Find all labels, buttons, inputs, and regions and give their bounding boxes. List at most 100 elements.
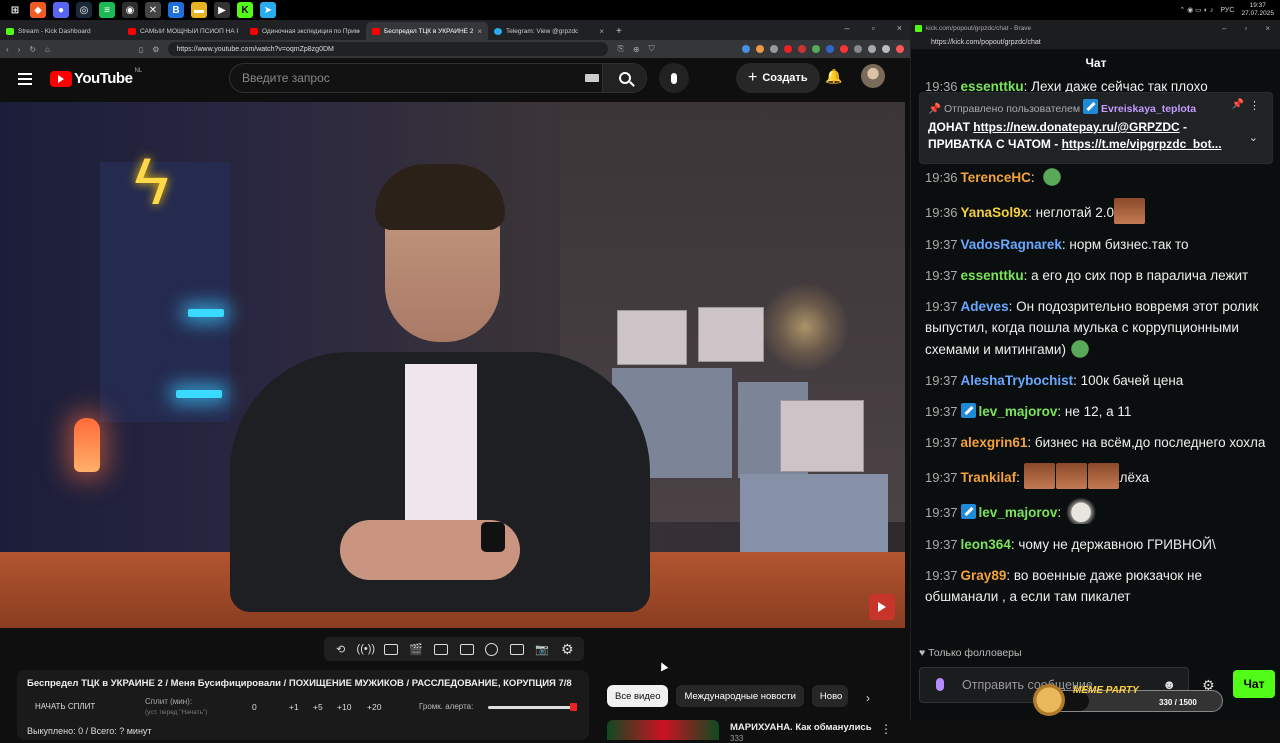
extension-icon[interactable] (770, 45, 778, 53)
donate-link[interactable]: https://new.donatepay.ru/@GRPZDC (973, 120, 1179, 134)
maximize-icon[interactable]: ▫ (1244, 24, 1247, 33)
channel-watermark-icon[interactable] (869, 594, 895, 620)
account-avatar[interactable] (861, 64, 885, 88)
pip-icon[interactable] (433, 642, 449, 656)
search-button[interactable] (602, 64, 646, 92)
create-button[interactable]: + Создать (736, 63, 820, 93)
recommended-thumbnail[interactable] (607, 720, 719, 740)
tab-video-1[interactable]: САМЫЙ МОЩНЫЙ ПСИОП НА РУ (122, 22, 244, 40)
message-user[interactable]: TerenceHC (961, 170, 1031, 185)
spotify-icon[interactable]: ≡ (99, 2, 115, 18)
add-20-button[interactable]: +20 (367, 702, 381, 712)
search-input[interactable] (230, 71, 570, 85)
add-1-button[interactable]: +1 (289, 702, 299, 712)
message-user[interactable]: YanaSol9x (961, 205, 1029, 220)
watch-later-icon[interactable] (383, 642, 399, 656)
folder-icon[interactable]: ▬ (191, 2, 207, 18)
extension-icon[interactable] (784, 45, 792, 53)
notifications-bell-icon[interactable]: 🔔 (825, 68, 842, 85)
more-options-icon[interactable]: ⋮ (880, 722, 892, 736)
clapperboard-icon[interactable]: 🎬 (408, 642, 424, 656)
start-split-button[interactable]: НАЧАТЬ СПЛИТ (35, 702, 95, 711)
message-user[interactable]: essenttku (961, 268, 1024, 283)
obs-icon[interactable]: ◉ (122, 2, 138, 18)
youtube-logo[interactable]: YouTube NL (50, 68, 142, 87)
video-player[interactable]: ϟ (0, 102, 905, 628)
alert-volume-slider[interactable] (488, 703, 577, 711)
telegram-link[interactable]: https://t.me/vipgrpzdc_bot... (1062, 137, 1222, 151)
tray-icons[interactable]: ⌃ ◉ ▭ ◐ ♪ (1179, 6, 1213, 14)
message-user[interactable]: alexgrin61 (961, 435, 1028, 450)
microphone-icon[interactable] (936, 678, 944, 691)
extension-icon[interactable] (840, 45, 848, 53)
emote-icon[interactable] (1055, 462, 1087, 489)
theater-icon[interactable] (459, 642, 475, 656)
message-user[interactable]: Trankilaf (961, 470, 1017, 485)
speed-icon[interactable] (484, 642, 500, 656)
close-window-icon[interactable]: × (897, 23, 902, 33)
chip-all-videos[interactable]: Все видео (607, 685, 669, 707)
extension-icon[interactable] (868, 45, 876, 53)
pin-icon[interactable]: 📌 (1232, 99, 1244, 110)
close-window-icon[interactable]: × (1265, 24, 1270, 33)
steam-icon[interactable]: ◎ (76, 2, 92, 18)
more-options-icon[interactable]: ⋮ (1249, 99, 1260, 112)
close-icon[interactable]: × (599, 27, 604, 36)
kick-icon[interactable]: K (237, 2, 253, 18)
tab-video-2[interactable]: Одиночная экспедиция по Примо (244, 22, 366, 40)
recommended-title[interactable]: МАРИХУАНА. Как обманулись (730, 722, 872, 733)
slider-handle[interactable] (570, 703, 577, 711)
message-user[interactable]: Adeves (961, 299, 1009, 314)
voice-search-button[interactable] (659, 63, 689, 93)
minimize-icon[interactable]: – (845, 23, 850, 33)
close-icon[interactable]: × (477, 27, 482, 36)
tab-telegram[interactable]: Telegram: View @grpzdc × (488, 22, 610, 40)
shield-icon[interactable]: ⛉ (649, 44, 655, 54)
reload-icon[interactable]: ↻ (29, 45, 36, 54)
bookmark-icon[interactable]: ▯ (139, 45, 143, 54)
add-10-button[interactable]: +10 (337, 702, 351, 712)
chip-international-news[interactable]: Международные новости (676, 685, 804, 707)
extension-icon[interactable] (798, 45, 806, 53)
message-user[interactable]: AleshaTrybochist (961, 373, 1074, 388)
chevron-down-icon[interactable]: ⌄ (1249, 131, 1258, 144)
message-user[interactable]: leon364 (961, 537, 1011, 552)
emote-icon[interactable] (1064, 498, 1097, 524)
app3-icon[interactable]: ▶ (214, 2, 230, 18)
site-info-icon[interactable]: ⚙ (152, 45, 159, 54)
extension-icon[interactable] (896, 45, 904, 53)
maximize-icon[interactable]: ▫ (872, 23, 875, 33)
add-5-button[interactable]: +5 (313, 702, 323, 712)
forward-icon[interactable]: › (18, 45, 21, 54)
screenshot-icon[interactable]: 📷 (534, 642, 550, 656)
app2-icon[interactable]: B (168, 2, 184, 18)
extension-icon[interactable] (812, 45, 820, 53)
url-field[interactable]: https://www.youtube.com/watch?v=oqmZp8zg… (168, 42, 609, 56)
extension-icon[interactable] (854, 45, 862, 53)
split-value[interactable]: 0 (252, 702, 257, 712)
clock[interactable]: 19:37 27.07.2025 (1241, 2, 1274, 18)
extension-icon[interactable] (756, 45, 764, 53)
tab-video-active[interactable]: Беспредел ТЦК в УКРАИНЕ 2 × (366, 22, 488, 40)
message-user[interactable]: lev_majorov (979, 404, 1058, 419)
loop-icon[interactable]: ⟲ (333, 642, 349, 656)
home-icon[interactable]: ⌂ (45, 45, 50, 54)
keyboard-icon[interactable] (585, 74, 599, 82)
telegram-icon[interactable]: ➤ (260, 2, 276, 18)
language-indicator[interactable]: РУС (1220, 7, 1234, 14)
share-icon[interactable]: ⎘ (617, 44, 623, 54)
chip-new[interactable]: Ново (811, 685, 848, 707)
emote-icon[interactable] (1038, 168, 1067, 186)
app-icon[interactable]: ✕ (145, 2, 161, 18)
add-icon[interactable] (509, 642, 525, 656)
emote-icon[interactable] (1023, 462, 1055, 489)
message-user[interactable]: lev_majorov (979, 505, 1058, 520)
discord-icon[interactable]: ● (53, 2, 69, 18)
pinned-user[interactable]: Evreiskaya_teplota (1101, 103, 1196, 115)
chevron-right-icon[interactable]: › (866, 691, 870, 705)
chat-url-bar[interactable]: https://kick.com/popout/grpzdc/chat (911, 36, 1280, 50)
emote-icon[interactable] (1114, 198, 1146, 224)
extension-icon[interactable] (742, 45, 750, 53)
back-icon[interactable]: ‹ (6, 45, 9, 54)
extension-icon[interactable] (826, 45, 834, 53)
